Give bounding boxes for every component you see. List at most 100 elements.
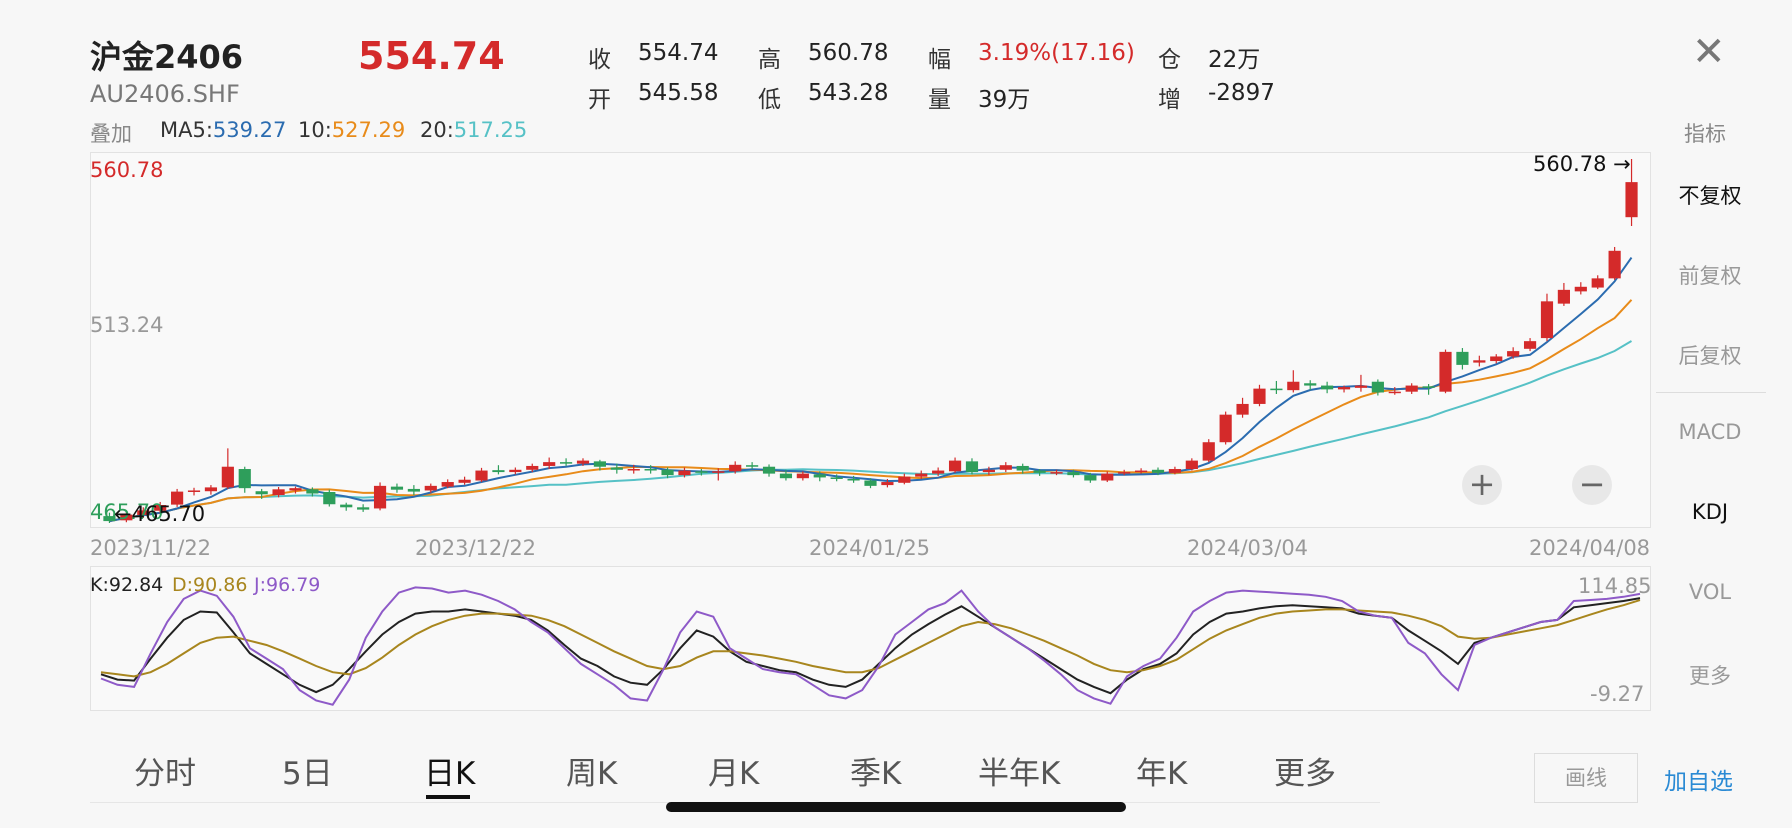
candle-body — [796, 473, 809, 479]
candle-body — [289, 488, 302, 491]
indicator-button[interactable]: 指标 — [1684, 118, 1726, 148]
draw-line-button[interactable]: 画线 — [1534, 753, 1638, 803]
candle — [1185, 458, 1198, 471]
candle — [373, 482, 387, 511]
candle-body — [221, 466, 234, 488]
tab-more[interactable]: 更多 — [1274, 748, 1336, 793]
candle-body — [1101, 473, 1114, 481]
candle-body — [830, 477, 843, 479]
sidebar-item-vol[interactable]: VOL — [1650, 580, 1770, 604]
candle-body — [424, 485, 437, 491]
zoom-out-button[interactable]: − — [1572, 465, 1612, 505]
candle — [898, 473, 911, 485]
candle-body — [1067, 472, 1080, 476]
candle-body — [1135, 470, 1148, 473]
candle — [204, 485, 218, 495]
ma20-line — [109, 340, 1633, 523]
zoom-in-button[interactable]: + — [1462, 465, 1502, 505]
kline-low-annotation: ←465.70 — [114, 502, 206, 526]
tab-quarterly-k[interactable]: 季K — [850, 748, 901, 793]
add-favorite-button[interactable]: 加自选 — [1664, 762, 1733, 796]
tab-intraday[interactable]: 分时 — [134, 748, 196, 793]
candle-body — [543, 462, 556, 466]
k-readout: K:92.84 — [90, 574, 164, 596]
position-value: 22万 — [1208, 47, 1261, 73]
candle-body — [1388, 391, 1401, 394]
candle — [1321, 381, 1334, 394]
ma5-readout: MA5:539.27 — [160, 118, 286, 142]
candle — [1456, 348, 1469, 370]
kline-high-annotation: 560.78 → — [1533, 152, 1631, 176]
ma10-readout: 10:527.29 — [298, 118, 405, 142]
candle-body — [627, 469, 640, 471]
tab-yearly-k[interactable]: 年K — [1136, 748, 1187, 793]
candle-body — [509, 469, 522, 473]
overlay-button[interactable]: 叠加 — [90, 118, 132, 148]
sidebar-item-forward-adjust[interactable]: 前复权 — [1650, 260, 1770, 290]
sidebar-item-macd[interactable]: MACD — [1650, 420, 1770, 444]
candle — [458, 476, 471, 485]
candle-body — [593, 461, 606, 467]
candle — [999, 462, 1012, 473]
candle-body — [746, 465, 759, 467]
sidebar-item-more[interactable]: 更多 — [1650, 660, 1770, 690]
candle-body — [965, 461, 979, 473]
candle-body — [1270, 388, 1283, 391]
volume-label: 量 — [928, 87, 951, 113]
tab-daily-k[interactable]: 日K — [424, 748, 475, 793]
candle — [475, 467, 488, 483]
candle — [948, 457, 962, 473]
candle-body — [323, 491, 336, 505]
candle-body — [1574, 286, 1587, 292]
kdj-ymin-label: -9.27 — [1590, 682, 1645, 706]
candle-body — [441, 482, 454, 487]
candle — [1574, 282, 1587, 295]
candle-body — [238, 469, 251, 489]
change-value: 3.19%(17.16) — [978, 40, 1135, 66]
close-value: 554.74 — [638, 40, 719, 66]
candle-body — [559, 462, 573, 464]
candle-body — [1371, 381, 1384, 393]
tab-monthly-k[interactable]: 月K — [708, 748, 759, 793]
candle-body — [390, 486, 404, 490]
sidebar-divider — [1656, 392, 1766, 393]
ma5-value: 539.27 — [212, 118, 287, 142]
kdj-ymax-label: 114.85 — [1578, 574, 1652, 598]
tab-5day[interactable]: 5日 — [282, 748, 333, 793]
candle-body — [1405, 385, 1418, 392]
candle — [407, 485, 420, 496]
candle-body — [678, 470, 691, 476]
candle-body — [779, 473, 793, 479]
kdj-d-line — [100, 599, 1641, 678]
candle-body — [492, 470, 505, 473]
d-readout: D:90.86 — [172, 574, 248, 596]
tab-weekly-k[interactable]: 周K — [566, 748, 617, 793]
close-label: 收 — [588, 47, 611, 73]
candle-body — [204, 487, 218, 492]
close-icon[interactable]: ✕ — [1692, 32, 1726, 72]
x-label-5: 2024/04/08 — [1529, 536, 1651, 560]
candle-body — [1236, 403, 1249, 415]
candle-body — [661, 469, 674, 476]
candle-body — [1439, 351, 1452, 392]
kdj-chart[interactable] — [90, 566, 1651, 711]
candle-body — [1253, 388, 1266, 404]
tab-halfyear-k[interactable]: 半年K — [978, 748, 1060, 793]
candle-body — [1151, 469, 1165, 473]
candle-body — [1625, 182, 1638, 218]
candle — [1608, 246, 1621, 280]
candle-body — [1304, 383, 1317, 386]
candle-body — [475, 470, 488, 481]
kdj-svg — [100, 586, 1641, 706]
candle-body — [695, 471, 708, 473]
candle-body — [1118, 472, 1131, 474]
candle-body — [357, 507, 370, 510]
sidebar-item-backward-adjust[interactable]: 后复权 — [1650, 340, 1770, 370]
candle-body — [1321, 385, 1334, 390]
sidebar-item-no-adjust[interactable]: 不复权 — [1650, 180, 1770, 210]
instrument-code: AU2406.SHF — [90, 80, 240, 108]
ma20-readout: 20:517.25 — [420, 118, 527, 142]
sidebar-item-kdj[interactable]: KDJ — [1650, 500, 1770, 524]
kline-chart[interactable] — [90, 152, 1651, 528]
x-label-2: 2023/12/22 — [415, 536, 537, 560]
